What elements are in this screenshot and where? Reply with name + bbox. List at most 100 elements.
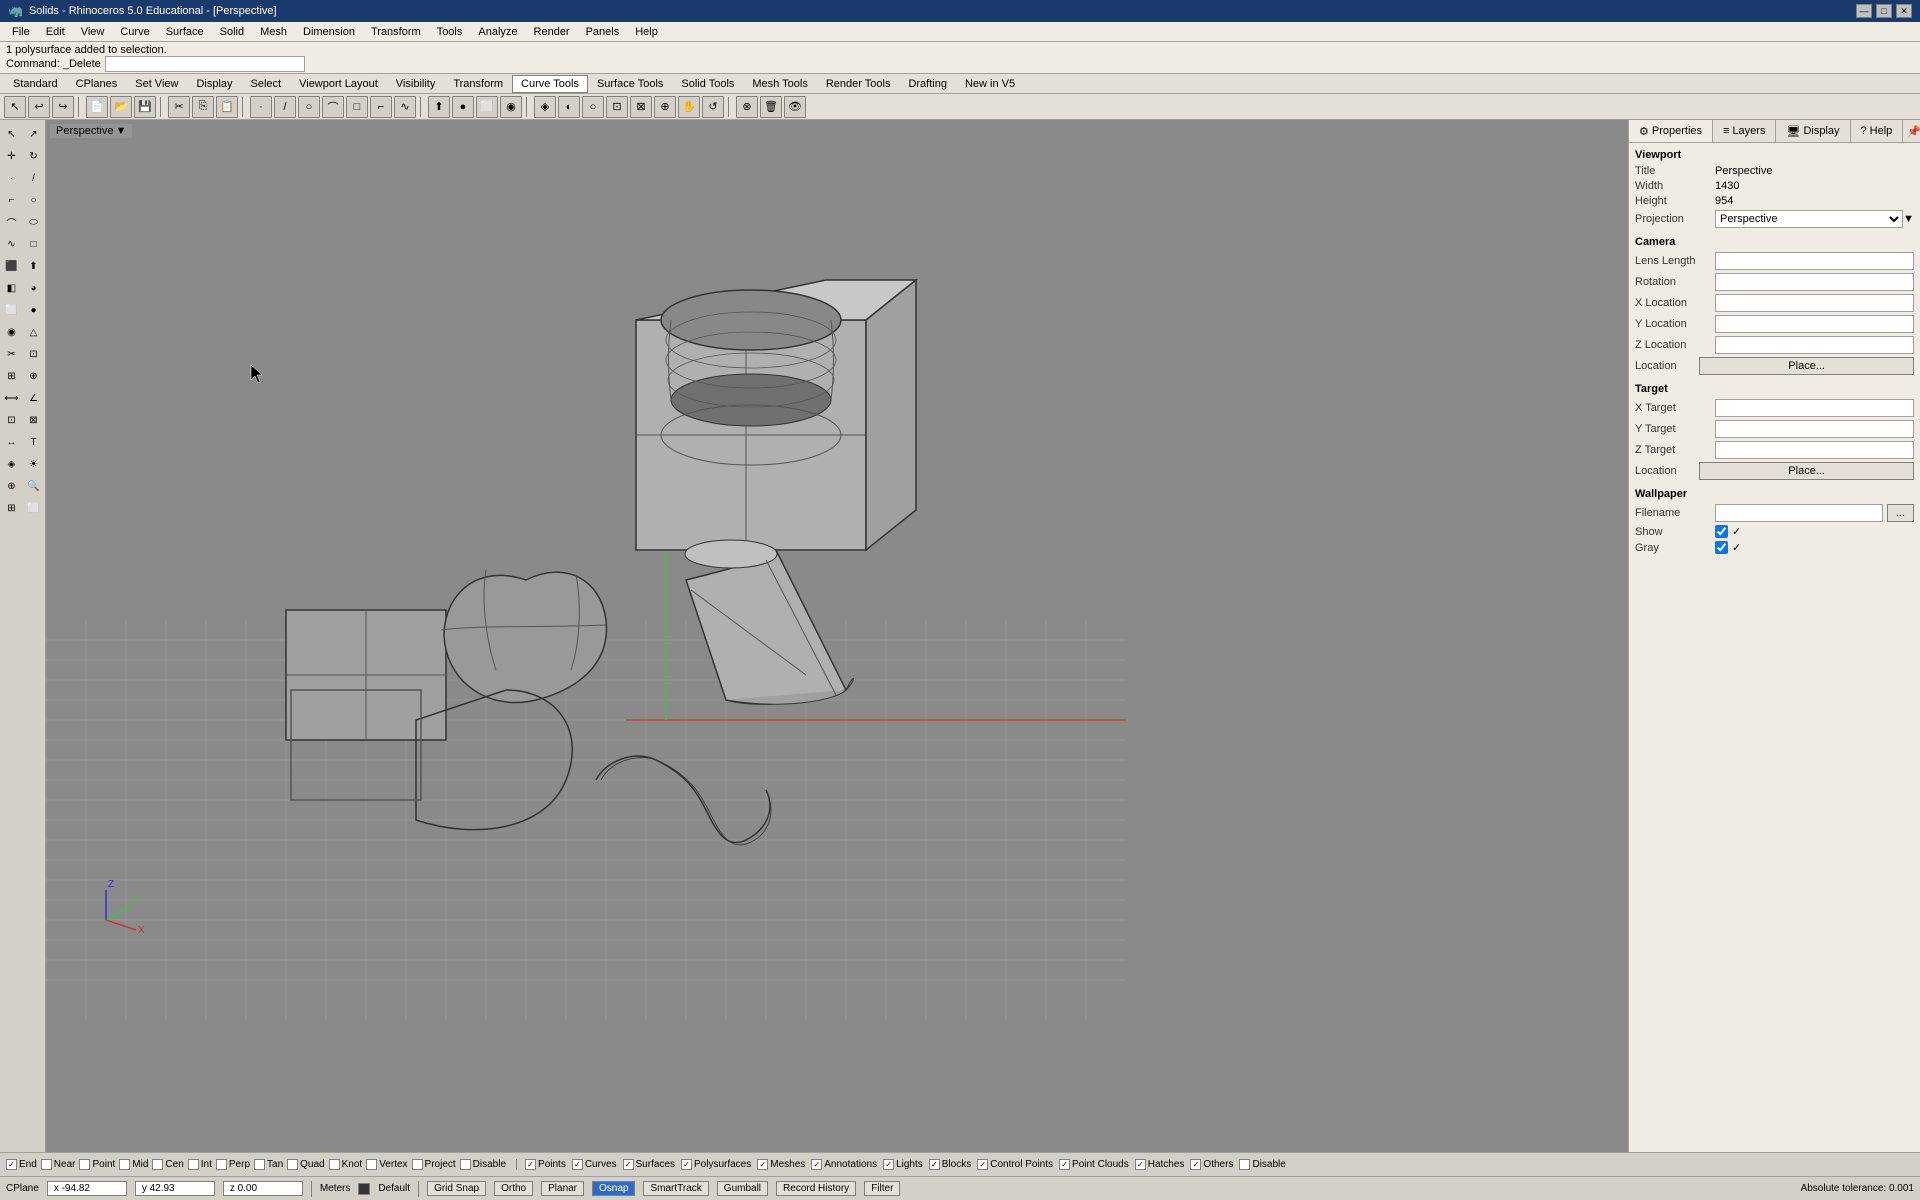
rp-tab-help[interactable]: ? Help (1851, 120, 1904, 142)
tb-shaded-icon[interactable]: ◐ (558, 96, 580, 118)
menu-transform[interactable]: Transform (363, 24, 429, 40)
tb-hide-icon[interactable]: 👁 (784, 96, 806, 118)
tb-paste-icon[interactable]: 📋 (216, 96, 238, 118)
show-checkbox[interactable] (1715, 525, 1728, 538)
tab-mesh-tools[interactable]: Mesh Tools (743, 75, 816, 93)
menu-tools[interactable]: Tools (429, 24, 471, 40)
minimize-button[interactable]: — (1856, 4, 1872, 18)
points-checkbox[interactable] (525, 1159, 536, 1170)
lt-box-icon[interactable]: ⬜ (2, 300, 22, 320)
disable-snap[interactable]: Disable (460, 1159, 506, 1170)
menu-panels[interactable]: Panels (578, 24, 628, 40)
lt-circle-icon[interactable]: ○ (24, 190, 44, 210)
menu-solid[interactable]: Solid (212, 24, 252, 40)
quad-snap[interactable]: Quad (287, 1159, 324, 1170)
tb-redo-icon[interactable]: ↪ (52, 96, 74, 118)
close-button[interactable]: ✕ (1896, 4, 1912, 18)
tab-standard[interactable]: Standard (4, 75, 67, 93)
tb-sphere-icon[interactable]: ● (452, 96, 474, 118)
controlpoints-checkbox[interactable] (977, 1159, 988, 1170)
perp-checkbox[interactable] (216, 1159, 227, 1170)
tb-cut-icon[interactable]: ✂ (168, 96, 190, 118)
ztgt-input[interactable]: 2.087 (1715, 441, 1914, 459)
pointclouds-checkbox[interactable] (1059, 1159, 1070, 1170)
tb-pan-icon[interactable]: ✋ (678, 96, 700, 118)
zloc-input[interactable]: 81.331 (1715, 336, 1914, 354)
gray-checkbox[interactable] (1715, 541, 1728, 554)
lt-select-icon[interactable]: ↖ (2, 124, 22, 144)
lt-rect-icon[interactable]: □ (24, 234, 44, 254)
menu-render[interactable]: Render (526, 24, 578, 40)
record-history-button[interactable]: Record History (776, 1181, 856, 1196)
tb-snap-icon[interactable]: ⊗ (736, 96, 758, 118)
rp-tab-display[interactable]: 🖥 Display (1776, 120, 1850, 142)
menu-view[interactable]: View (73, 24, 113, 40)
maximize-button[interactable]: □ (1876, 4, 1892, 18)
tb-wire-icon[interactable]: ○ (582, 96, 604, 118)
place-button[interactable]: Place... (1699, 357, 1914, 375)
tab-cplanes[interactable]: CPlanes (67, 75, 127, 93)
tab-surface-tools[interactable]: Surface Tools (588, 75, 672, 93)
disable-vis-checkbox[interactable] (1239, 1159, 1250, 1170)
viewport-label[interactable]: Perspective ▼ (50, 124, 132, 138)
tab-solid-tools[interactable]: Solid Tools (672, 75, 743, 93)
lt-mass-icon[interactable]: ⊠ (24, 410, 44, 430)
tb-extrude-icon[interactable]: ⬆ (428, 96, 450, 118)
tb-undo-icon[interactable]: ↩ (28, 96, 50, 118)
tan-checkbox[interactable] (254, 1159, 265, 1170)
gumball-button[interactable]: Gumball (717, 1181, 768, 1196)
lt-rotate-icon[interactable]: ↻ (24, 146, 44, 166)
vertex-snap[interactable]: Vertex (366, 1159, 407, 1170)
lt-loft-icon[interactable]: ◧ (2, 278, 22, 298)
lt-surf-icon[interactable]: ⬛ (2, 256, 22, 276)
ortho-button[interactable]: Ortho (494, 1181, 533, 1196)
project-snap[interactable]: Project (412, 1159, 456, 1170)
tab-setview[interactable]: Set View (126, 75, 187, 93)
tb-rect-icon[interactable]: □ (346, 96, 368, 118)
tb-zoom-icon[interactable]: ⊕ (654, 96, 676, 118)
lt-join-icon[interactable]: ⊞ (2, 366, 22, 386)
ytgt-input[interactable]: -1.485 (1715, 420, 1914, 438)
near-checkbox[interactable] (41, 1159, 52, 1170)
disable-checkbox[interactable] (460, 1159, 471, 1170)
blocks-vis[interactable]: Blocks (929, 1159, 971, 1170)
panel-pin-icon[interactable]: 📌 (1903, 120, 1920, 142)
project-checkbox[interactable] (412, 1159, 423, 1170)
tb-open-icon[interactable]: 📂 (110, 96, 132, 118)
lt-max-icon[interactable]: ⬜ (24, 498, 44, 518)
tab-display[interactable]: Display (187, 75, 241, 93)
lt-polyline-icon[interactable]: ⌐ (2, 190, 22, 210)
rp-tab-properties[interactable]: ⚙ Properties (1629, 120, 1713, 142)
tb-point-icon[interactable]: · (250, 96, 272, 118)
tan-snap[interactable]: Tan (254, 1159, 283, 1170)
pointclouds-vis[interactable]: Point Clouds (1059, 1159, 1129, 1170)
tab-render-tools[interactable]: Render Tools (817, 75, 900, 93)
tab-curve-tools[interactable]: Curve Tools (512, 75, 588, 93)
planar-button[interactable]: Planar (541, 1181, 584, 1196)
lt-extrude-icon[interactable]: ⬆ (24, 256, 44, 276)
lt-dim-icon[interactable]: ↔ (2, 432, 22, 452)
menu-file[interactable]: File (4, 24, 38, 40)
command-input[interactable] (105, 56, 305, 72)
tb-cyl-icon[interactable]: ◉ (500, 96, 522, 118)
hatches-vis[interactable]: Hatches (1135, 1159, 1185, 1170)
lt-sphere-icon[interactable]: ● (24, 300, 44, 320)
lt-text-icon[interactable]: T (24, 432, 44, 452)
menu-analyze[interactable]: Analyze (470, 24, 525, 40)
tb-box-icon[interactable]: ⬜ (476, 96, 498, 118)
controlpoints-vis[interactable]: Control Points (977, 1159, 1053, 1170)
lt-spline-icon[interactable]: ∿ (2, 234, 22, 254)
polysurfaces-checkbox[interactable] (681, 1159, 692, 1170)
yloc-input[interactable]: -105.154 (1715, 315, 1914, 333)
hatches-checkbox[interactable] (1135, 1159, 1146, 1170)
vertex-checkbox[interactable] (366, 1159, 377, 1170)
others-vis[interactable]: Others (1190, 1159, 1233, 1170)
tb-circle-icon[interactable]: ○ (298, 96, 320, 118)
points-vis[interactable]: Points (525, 1159, 566, 1170)
grid-snap-button[interactable]: Grid Snap (427, 1181, 486, 1196)
tb-render-icon[interactable]: ◈ (534, 96, 556, 118)
lt-point-icon[interactable]: · (2, 168, 22, 188)
disable-vis[interactable]: Disable (1239, 1159, 1285, 1170)
point-checkbox[interactable] (79, 1159, 90, 1170)
tb-new-icon[interactable]: 📄 (86, 96, 108, 118)
